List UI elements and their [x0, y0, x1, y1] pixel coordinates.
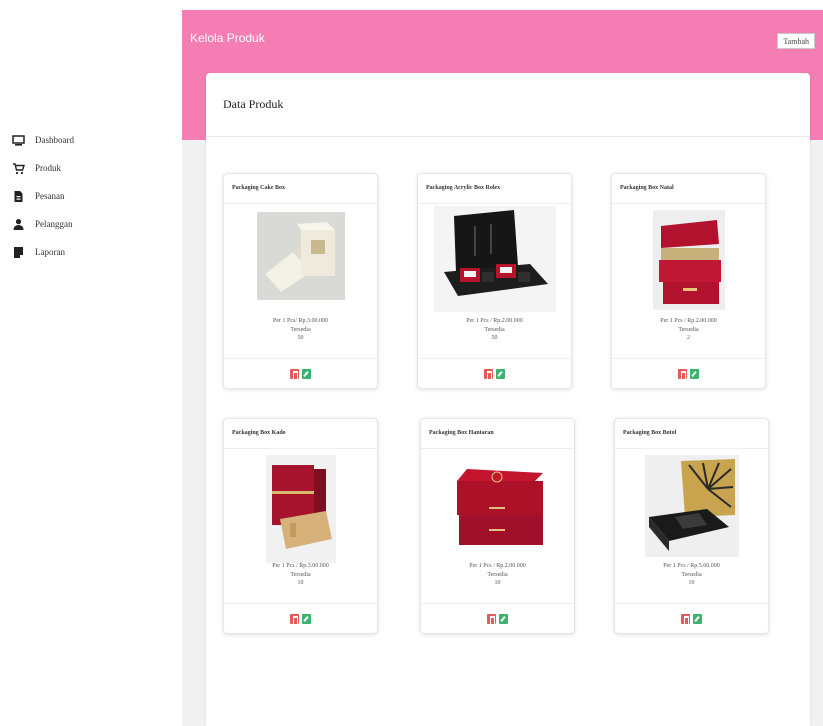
product-price: Per 1 Pcs / Rp.2.00.000: [660, 318, 717, 324]
sidebar-item-label: Laporan: [35, 247, 65, 257]
report-icon: [12, 246, 25, 259]
file-icon: [12, 190, 25, 203]
card-actions: [224, 358, 377, 388]
card-actions: [421, 603, 574, 633]
add-product-button[interactable]: Tambah: [777, 33, 815, 49]
product-price: Per 1 Pcs/ Rp.3.00.000: [272, 318, 328, 324]
edit-button[interactable]: [499, 613, 508, 624]
product-image: [256, 212, 345, 300]
sidebar-item-label: Pelanggan: [35, 219, 73, 229]
sidebar-item-dashboard[interactable]: Dashboard: [12, 128, 74, 152]
product-card: Packaging Box Hantaran Per 1 Pcs / Rp.2.…: [420, 418, 575, 634]
delete-button[interactable]: [681, 613, 690, 625]
product-name: Packaging Box Kado: [224, 419, 377, 449]
sidebar-item-label: Dashboard: [35, 135, 74, 145]
product-image: [448, 459, 547, 555]
sidebar-nav: Dashboard Produk Pesanan Pelanggan Lapor…: [12, 128, 74, 268]
delete-button[interactable]: [290, 613, 299, 625]
product-image: [433, 206, 556, 312]
sidebar-item-label: Produk: [35, 163, 62, 173]
stock-value: 2: [687, 335, 690, 341]
sidebar: Dashboard Produk Pesanan Pelanggan Lapor…: [0, 0, 182, 726]
stock-label: Tersedia: [484, 327, 505, 333]
product-price: Per 1 Pcs / Rp.5.00.000: [663, 563, 720, 569]
product-name: Packaging Box Natal: [612, 174, 765, 204]
product-name: Packaging Box Botol: [615, 419, 768, 449]
stock-label: Tersedia: [681, 572, 702, 578]
monitor-icon: [12, 134, 25, 147]
product-card: Packaging Cake Box Per 1 Pcs/ Rp.3.00.00…: [223, 173, 378, 389]
delete-button[interactable]: [484, 368, 493, 380]
stock-label: Tersedia: [290, 572, 311, 578]
product-card: Packaging Box Natal Per 1 Pcs / Rp.2.00.…: [611, 173, 766, 389]
delete-button[interactable]: [290, 368, 299, 380]
stock-value: 10: [494, 580, 501, 586]
sidebar-item-label: Pesanan: [35, 191, 65, 201]
product-name: Packaging Acrylic Box Rolex: [418, 174, 571, 204]
product-panel: Data Produk Packaging Cake Box Per 1 Pcs…: [206, 73, 810, 726]
stock-label: Tersedia: [678, 327, 699, 333]
card-actions: [224, 603, 377, 633]
edit-button[interactable]: [302, 368, 311, 379]
user-icon: [12, 218, 25, 231]
stock-value: 10: [297, 580, 304, 586]
edit-button[interactable]: [496, 368, 505, 379]
stock-value: 10: [688, 580, 695, 586]
sidebar-item-produk[interactable]: Produk: [12, 156, 74, 180]
product-image: [652, 210, 725, 310]
product-price: Per 1 Pcs / Rp.2.00.000: [469, 563, 526, 569]
sidebar-item-pesanan[interactable]: Pesanan: [12, 184, 74, 208]
panel-header: Data Produk: [206, 73, 810, 137]
product-price: Per 1 Pcs / Rp.2.00.000: [466, 318, 523, 324]
stock-label: Tersedia: [290, 327, 311, 333]
product-card: Packaging Box Botol Per 1 Pcs / Rp.5.00.…: [614, 418, 769, 634]
product-card: Packaging Box Kado Per 1 Pcs / Rp.3.00.0…: [223, 418, 378, 634]
product-image: [265, 455, 336, 563]
edit-button[interactable]: [302, 613, 311, 624]
product-price: Per 1 Pcs / Rp.3.00.000: [272, 563, 329, 569]
stock-value: 50: [491, 335, 498, 341]
card-actions: [615, 603, 768, 633]
panel-title: Data Produk: [223, 97, 284, 111]
cart-icon: [12, 162, 25, 175]
edit-button[interactable]: [693, 613, 702, 624]
delete-button[interactable]: [487, 613, 496, 625]
edit-button[interactable]: [690, 368, 699, 379]
product-name: Packaging Box Hantaran: [421, 419, 574, 449]
sidebar-item-laporan[interactable]: Laporan: [12, 240, 74, 264]
page-title: Kelola Produk: [190, 31, 265, 45]
product-image: [644, 455, 739, 557]
stock-label: Tersedia: [487, 572, 508, 578]
stock-value: 50: [297, 335, 304, 341]
product-card: Packaging Acrylic Box Rolex Per 1 Pcs / …: [417, 173, 572, 389]
main-content: Kelola Produk Tambah Data Produk Packagi…: [182, 10, 823, 726]
card-actions: [612, 358, 765, 388]
card-actions: [418, 358, 571, 388]
delete-button[interactable]: [678, 368, 687, 380]
product-name: Packaging Cake Box: [224, 174, 377, 204]
sidebar-item-pelanggan[interactable]: Pelanggan: [12, 212, 74, 236]
